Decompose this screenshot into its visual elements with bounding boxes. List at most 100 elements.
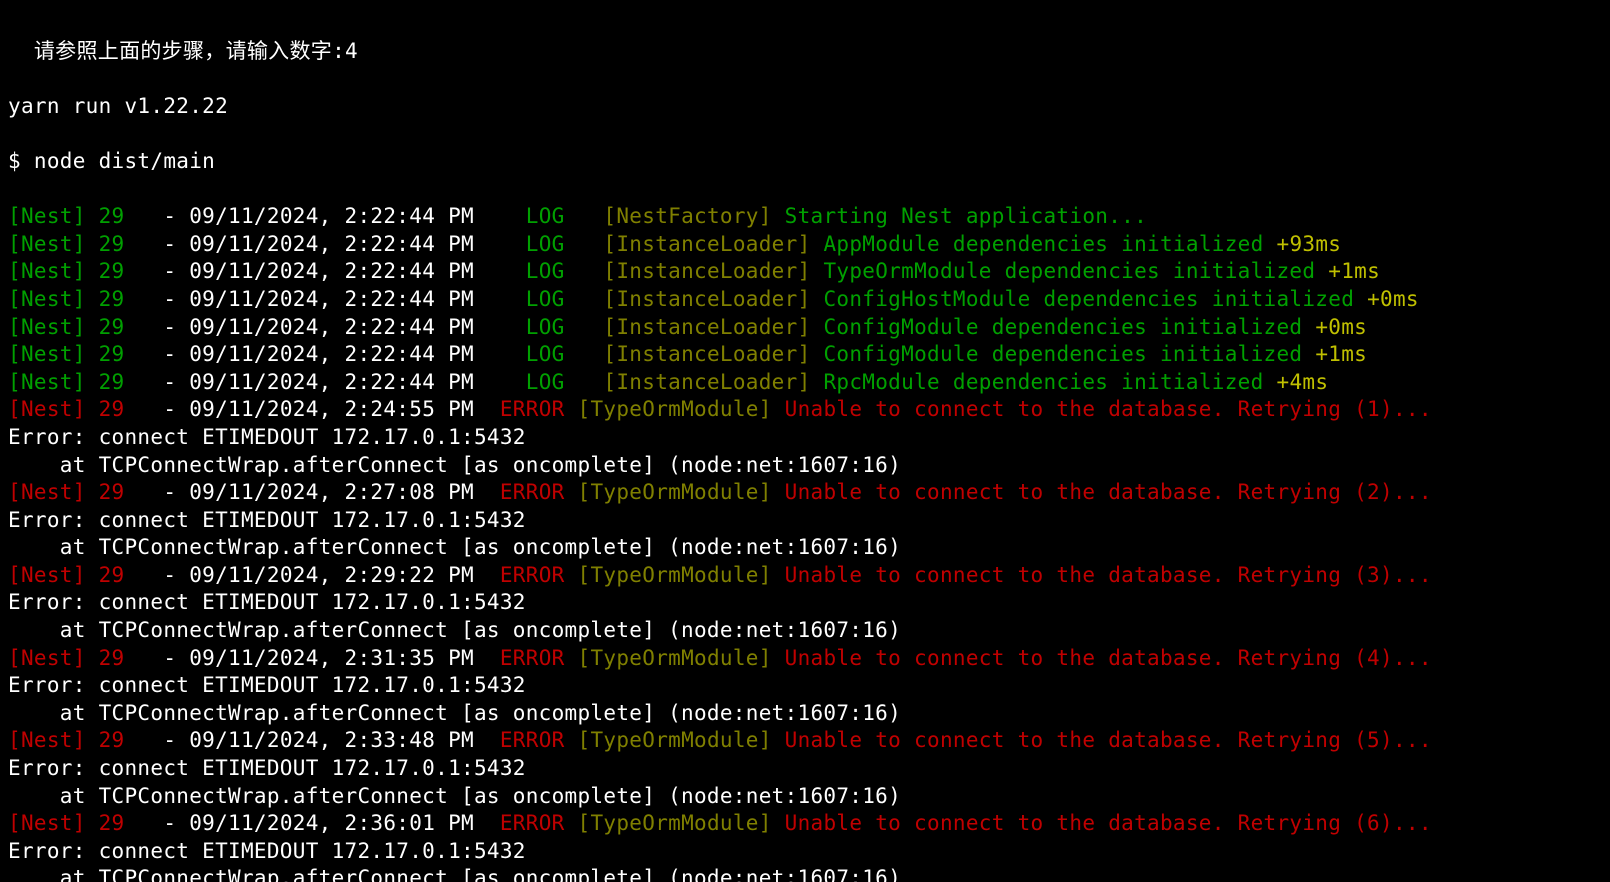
timestamp: 09/11/2024, 2:27:08 PM — [189, 480, 500, 504]
timestamp: 09/11/2024, 2:33:48 PM — [189, 728, 500, 752]
log-level: LOG — [526, 232, 604, 256]
dash: - — [163, 232, 189, 256]
log-level: ERROR — [500, 480, 578, 504]
spacer — [1264, 232, 1277, 256]
log-line: [Nest] 29 - 09/11/2024, 2:22:44 PM LOG [… — [8, 286, 1602, 314]
log-level: LOG — [526, 287, 604, 311]
message: ConfigModule dependencies initialized — [823, 315, 1302, 339]
stack-line: Error: connect ETIMEDOUT 172.17.0.1:5432 — [8, 672, 1602, 700]
stack-line: Error: connect ETIMEDOUT 172.17.0.1:5432 — [8, 424, 1602, 452]
timestamp: 09/11/2024, 2:22:44 PM — [189, 315, 526, 339]
timestamp: 09/11/2024, 2:29:22 PM — [189, 563, 500, 587]
dash: - — [163, 370, 189, 394]
error-line: [Nest] 29 - 09/11/2024, 2:31:35 PM ERROR… — [8, 645, 1602, 673]
timestamp: 09/11/2024, 2:36:01 PM — [189, 811, 500, 835]
message: AppModule dependencies initialized — [823, 232, 1263, 256]
nest-tag: [Nest] 29 — [8, 811, 163, 835]
error-line: [Nest] 29 - 09/11/2024, 2:27:08 PM ERROR… — [8, 479, 1602, 507]
timing: +0ms — [1367, 287, 1419, 311]
message: TypeOrmModule dependencies initialized — [823, 259, 1315, 283]
stack-text: at TCPConnectWrap.afterConnect [as oncom… — [8, 866, 901, 882]
timing: +93ms — [1277, 232, 1342, 256]
stack-text: Error: connect ETIMEDOUT 172.17.0.1:5432 — [8, 508, 526, 532]
nest-tag: [Nest] 29 — [8, 563, 163, 587]
cmd-line: $ node dist/main — [8, 148, 1602, 176]
stack-text: at TCPConnectWrap.afterConnect [as oncom… — [8, 701, 901, 725]
nest-tag: [Nest] 29 — [8, 728, 163, 752]
stack-line: at TCPConnectWrap.afterConnect [as oncom… — [8, 534, 1602, 562]
timestamp: 09/11/2024, 2:31:35 PM — [189, 646, 500, 670]
timing: +1ms — [1328, 259, 1380, 283]
stack-text: Error: connect ETIMEDOUT 172.17.0.1:5432 — [8, 673, 526, 697]
log-level: LOG — [526, 342, 604, 366]
context: [InstanceLoader] — [603, 287, 823, 311]
yarn-line: yarn run v1.22.22 — [8, 93, 1602, 121]
spacer — [1264, 370, 1277, 394]
nest-tag: [Nest] 29 — [8, 287, 163, 311]
timestamp: 09/11/2024, 2:22:44 PM — [189, 259, 526, 283]
message: Unable to connect to the database. Retry… — [785, 397, 1432, 421]
prompt-line: 请参照上面的步骤，请输入数字:4 — [8, 38, 1602, 66]
log-line: [Nest] 29 - 09/11/2024, 2:22:44 PM LOG [… — [8, 314, 1602, 342]
spacer — [1302, 342, 1315, 366]
log-level: ERROR — [500, 563, 578, 587]
spacer — [1354, 287, 1367, 311]
log-level: ERROR — [500, 397, 578, 421]
message: Unable to connect to the database. Retry… — [785, 728, 1432, 752]
context: [InstanceLoader] — [603, 315, 823, 339]
context: [InstanceLoader] — [603, 259, 823, 283]
dash: - — [163, 646, 189, 670]
nest-tag: [Nest] 29 — [8, 397, 163, 421]
context: [TypeOrmModule] — [578, 646, 785, 670]
nest-tag: [Nest] 29 — [8, 232, 163, 256]
stack-line: Error: connect ETIMEDOUT 172.17.0.1:5432 — [8, 755, 1602, 783]
spacer — [1315, 259, 1328, 283]
message: Unable to connect to the database. Retry… — [785, 480, 1432, 504]
stack-line: at TCPConnectWrap.afterConnect [as oncom… — [8, 700, 1602, 728]
context: [InstanceLoader] — [603, 232, 823, 256]
context: [TypeOrmModule] — [578, 811, 785, 835]
stack-text: Error: connect ETIMEDOUT 172.17.0.1:5432 — [8, 839, 526, 863]
timestamp: 09/11/2024, 2:22:44 PM — [189, 370, 526, 394]
spacer — [1302, 315, 1315, 339]
stack-text: at TCPConnectWrap.afterConnect [as oncom… — [8, 784, 901, 808]
log-line: [Nest] 29 - 09/11/2024, 2:22:44 PM LOG [… — [8, 341, 1602, 369]
message: RpcModule dependencies initialized — [823, 370, 1263, 394]
stack-text: at TCPConnectWrap.afterConnect [as oncom… — [8, 618, 901, 642]
log-level: LOG — [526, 370, 604, 394]
context: [TypeOrmModule] — [578, 480, 785, 504]
dash: - — [163, 204, 189, 228]
dash: - — [163, 342, 189, 366]
cmd-text: $ node dist/main — [8, 149, 215, 173]
terminal-output[interactable]: 请参照上面的步骤，请输入数字:4 yarn run v1.22.22 $ nod… — [0, 0, 1610, 882]
stack-line: Error: connect ETIMEDOUT 172.17.0.1:5432 — [8, 838, 1602, 866]
log-level: ERROR — [500, 646, 578, 670]
message: ConfigHostModule dependencies initialize… — [823, 287, 1354, 311]
error-line: [Nest] 29 - 09/11/2024, 2:24:55 PM ERROR… — [8, 396, 1602, 424]
dash: - — [163, 287, 189, 311]
nest-tag: [Nest] 29 — [8, 342, 163, 366]
timing: +0ms — [1315, 315, 1367, 339]
stack-text: Error: connect ETIMEDOUT 172.17.0.1:5432 — [8, 425, 526, 449]
timestamp: 09/11/2024, 2:22:44 PM — [189, 204, 526, 228]
log-line: [Nest] 29 - 09/11/2024, 2:22:44 PM LOG [… — [8, 231, 1602, 259]
nest-tag: [Nest] 29 — [8, 646, 163, 670]
error-line: [Nest] 29 - 09/11/2024, 2:29:22 PM ERROR… — [8, 562, 1602, 590]
log-level: ERROR — [500, 728, 578, 752]
stack-line: Error: connect ETIMEDOUT 172.17.0.1:5432 — [8, 507, 1602, 535]
stack-line: at TCPConnectWrap.afterConnect [as oncom… — [8, 452, 1602, 480]
message: Starting Nest application... — [785, 204, 1147, 228]
log-line: [Nest] 29 - 09/11/2024, 2:22:44 PM LOG [… — [8, 369, 1602, 397]
context: [InstanceLoader] — [603, 370, 823, 394]
nest-tag: [Nest] 29 — [8, 370, 163, 394]
dash: - — [163, 259, 189, 283]
timestamp: 09/11/2024, 2:22:44 PM — [189, 232, 526, 256]
timing: +1ms — [1315, 342, 1367, 366]
nest-tag: [Nest] 29 — [8, 480, 163, 504]
log-level: LOG — [526, 204, 604, 228]
nest-tag: [Nest] 29 — [8, 259, 163, 283]
error-line: [Nest] 29 - 09/11/2024, 2:36:01 PM ERROR… — [8, 810, 1602, 838]
message: ConfigModule dependencies initialized — [823, 342, 1302, 366]
log-line: [Nest] 29 - 09/11/2024, 2:22:44 PM LOG [… — [8, 203, 1602, 231]
dash: - — [163, 315, 189, 339]
